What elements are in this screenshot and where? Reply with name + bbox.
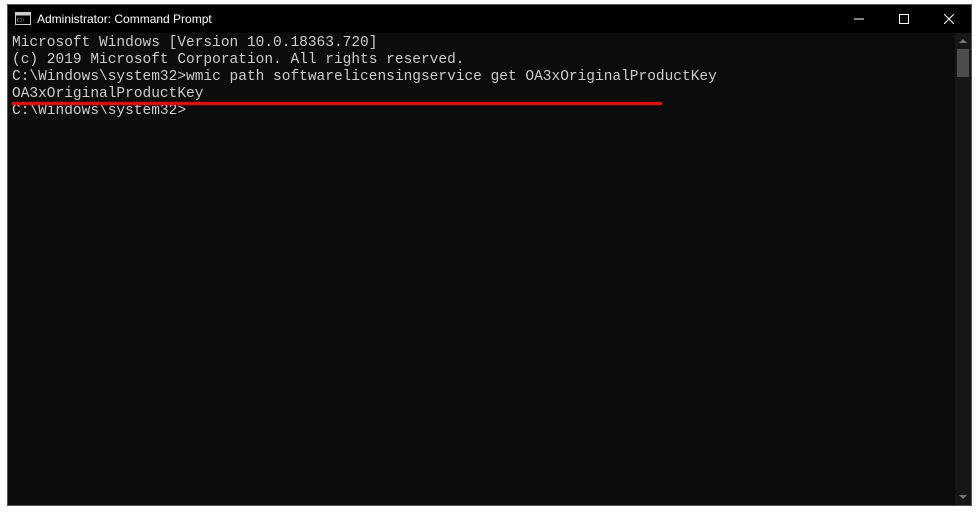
scroll-up-arrow-icon[interactable] <box>955 33 971 49</box>
window-title: Administrator: Command Prompt <box>37 12 836 26</box>
prompt-line: C:\Windows\system32>wmic path softwareli… <box>12 69 951 86</box>
scroll-thumb[interactable] <box>957 49 969 77</box>
window-controls <box>836 5 971 33</box>
header-line: Microsoft Windows [Version 10.0.18363.72… <box>12 35 951 52</box>
svg-text:C:\: C:\ <box>17 18 25 24</box>
content-area: Microsoft Windows [Version 10.0.18363.72… <box>8 33 971 505</box>
copyright-line: (c) 2019 Microsoft Corporation. All righ… <box>12 52 951 69</box>
minimize-icon <box>854 14 864 24</box>
prompt-line: C:\Windows\system32> <box>12 103 951 120</box>
maximize-button[interactable] <box>881 5 926 33</box>
close-icon <box>944 14 954 24</box>
prompt-path: C:\Windows\system32> <box>12 69 186 85</box>
titlebar[interactable]: C:\ Administrator: Command Prompt <box>8 5 971 33</box>
command-prompt-window: C:\ Administrator: Command Prompt <box>7 4 972 506</box>
maximize-icon <box>899 14 909 24</box>
scroll-down-arrow-icon[interactable] <box>955 489 971 505</box>
annotation-underline <box>12 102 662 105</box>
minimize-button[interactable] <box>836 5 881 33</box>
command-text: wmic path softwarelicensingservice get O… <box>186 69 717 85</box>
prompt-path: C:\Windows\system32> <box>12 103 186 119</box>
close-button[interactable] <box>926 5 971 33</box>
terminal-output[interactable]: Microsoft Windows [Version 10.0.18363.72… <box>8 33 955 505</box>
vertical-scrollbar[interactable] <box>955 33 971 505</box>
cmd-icon: C:\ <box>15 11 31 27</box>
output-header: OA3xOriginalProductKey <box>12 86 951 103</box>
